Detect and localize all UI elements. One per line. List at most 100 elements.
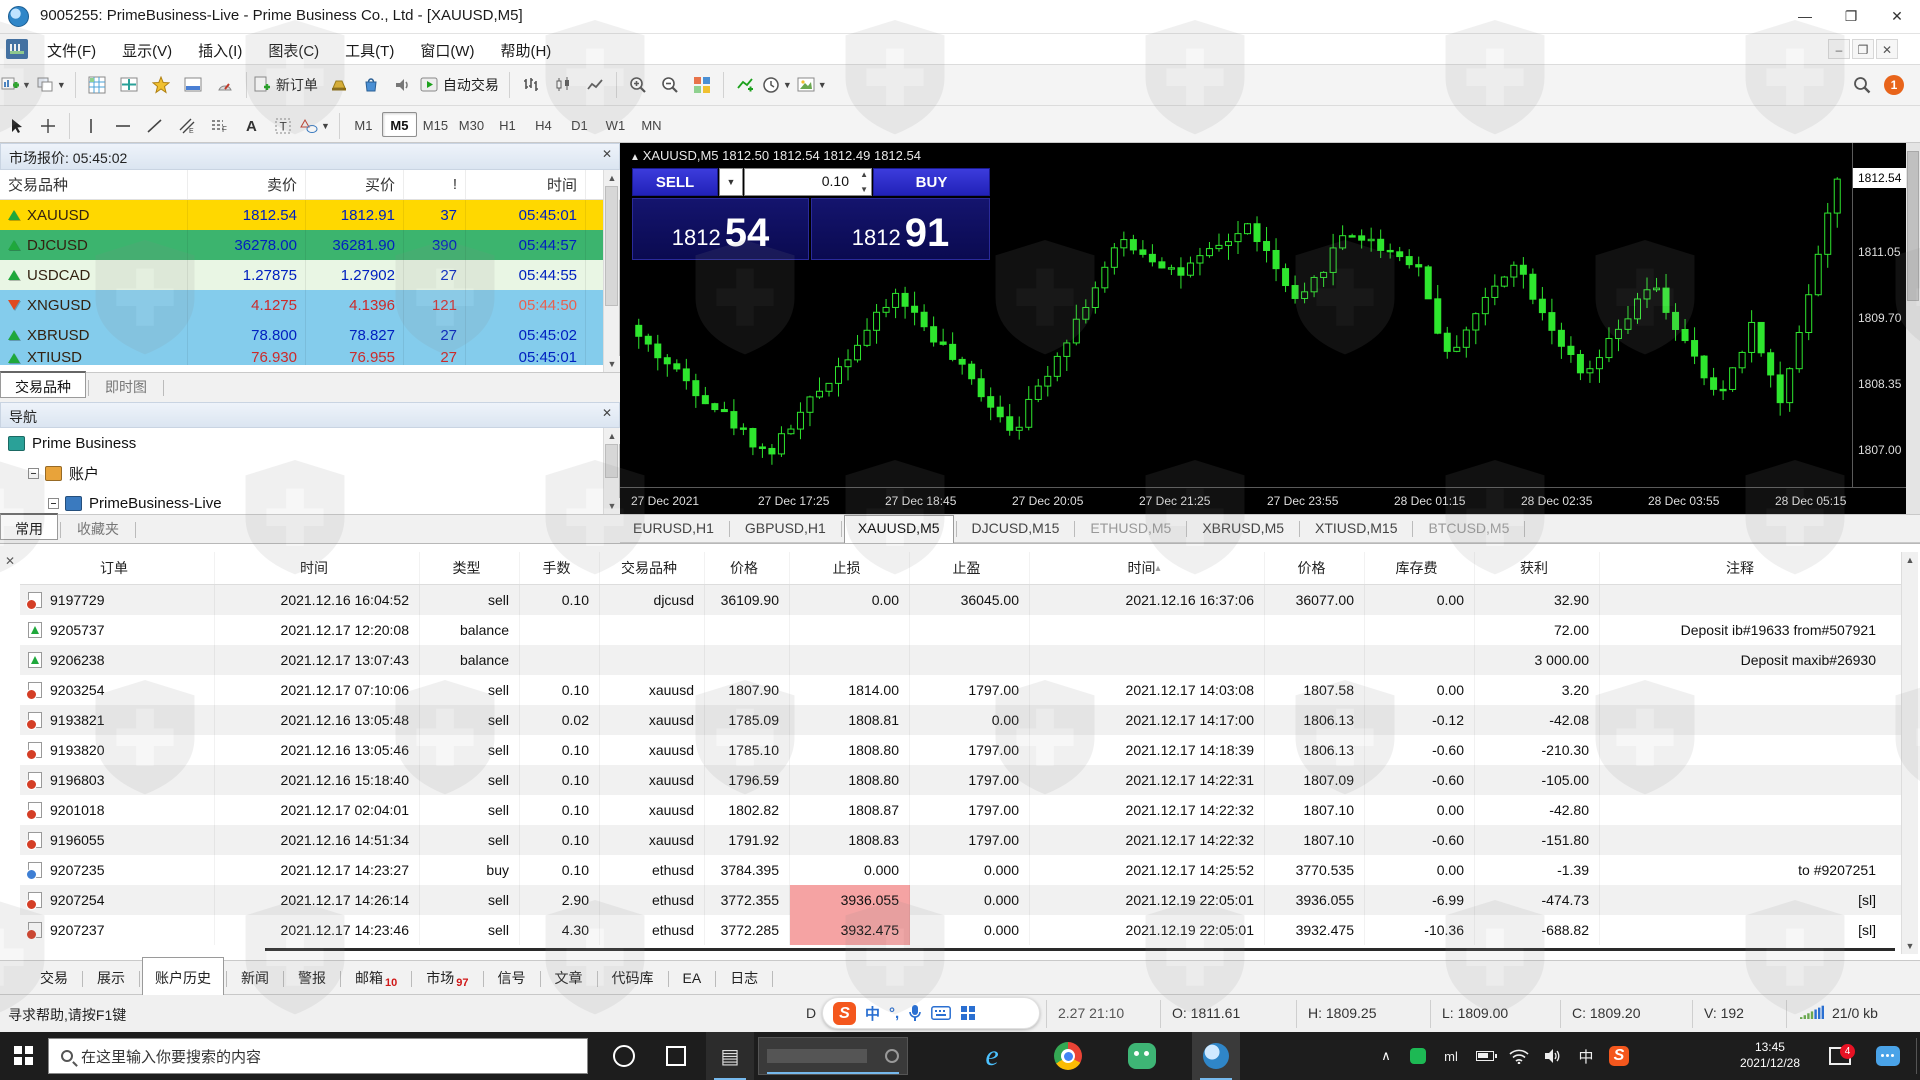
scroll-thumb[interactable] [1907, 151, 1919, 301]
market-watch-tab-2[interactable]: 即时图 [91, 373, 161, 400]
menu-item-5[interactable]: 工具(T) [332, 34, 407, 65]
volume-up-icon[interactable]: ▲ [860, 170, 868, 179]
column-header-3[interactable]: 买价 [306, 170, 404, 199]
horizontal-scroll-thumb[interactable] [265, 948, 1895, 951]
maximize-button[interactable]: ❐ [1828, 0, 1874, 33]
label-tool[interactable]: T [268, 111, 298, 141]
timeframe-m5[interactable]: M5 [381, 112, 417, 137]
shapes-tool[interactable]: ▼ [300, 111, 333, 141]
column-header-4[interactable]: ! [404, 170, 466, 199]
chat-icon[interactable] [1868, 1032, 1908, 1080]
order-row-9205737[interactable]: 9205737 2021.12.17 12:20:08 balance 72.00 De… [20, 615, 1918, 645]
sogou-tray-icon[interactable]: S [1604, 1032, 1634, 1080]
terminal-tab-8[interactable]: 信号 [486, 961, 538, 994]
order-row-9196803[interactable]: 9196803 2021.12.16 15:18:40 sell 0.10 xauusd… [20, 765, 1918, 795]
market-watch-toggle[interactable] [82, 70, 112, 100]
chart-tab-xtiusd-m15[interactable]: XTIUSD,M15 [1302, 515, 1410, 543]
show-desktop-button[interactable] [1916, 1038, 1920, 1074]
dropdown-caret-icon[interactable]: ▼ [783, 80, 792, 90]
navigator-toggle[interactable] [146, 70, 176, 100]
order-row-9207237[interactable]: 9207237 2021.12.17 14:23:46 sell 4.30 ethusd… [20, 915, 1918, 945]
timeframe-d1[interactable]: D1 [562, 113, 597, 138]
dropdown-caret-icon[interactable]: ▼ [321, 121, 330, 131]
scroll-down-icon[interactable]: ▼ [1902, 938, 1918, 954]
close-button[interactable]: ✕ [1874, 0, 1920, 33]
search-button[interactable] [1847, 70, 1877, 100]
cursor-tool[interactable] [1, 111, 31, 141]
orders-column-7[interactable]: 止损 [790, 552, 910, 584]
autotrading-button[interactable]: 自动交易 [420, 70, 503, 100]
terminal-tab-1[interactable]: 交易 [28, 961, 80, 994]
order-row-9197729[interactable]: 9197729 2021.12.16 16:04:52 sell 0.10 djcusd… [20, 585, 1918, 615]
data-window-toggle[interactable] [114, 70, 144, 100]
channel-tool[interactable]: E [172, 111, 202, 141]
horizontal-line-tool[interactable] [108, 111, 138, 141]
menu-item-6[interactable]: 窗口(W) [407, 34, 487, 65]
dropdown-caret-icon[interactable]: ▼ [818, 80, 827, 90]
scroll-up-icon[interactable]: ▲ [604, 170, 620, 186]
mdi-minimize-button[interactable]: – [1828, 39, 1850, 59]
market-watch-row-djcusd[interactable]: DJCUSD 36278.00 36281.90 390 05:44:57 [0, 230, 604, 260]
orders-column-8[interactable]: 止盈 [910, 552, 1030, 584]
order-row-9203254[interactable]: 9203254 2021.12.17 07:10:06 sell 0.10 xauusd… [20, 675, 1918, 705]
terminal-tab-6[interactable]: 邮箱 10 [343, 961, 409, 994]
volume-input[interactable]: 0.10 ▲ ▼ [744, 168, 872, 196]
crosshair-tool[interactable] [33, 111, 63, 141]
market-watch-close-icon[interactable]: ✕ [599, 147, 615, 163]
order-row-9207235[interactable]: 9207235 2021.12.17 14:23:27 buy 0.10 ethusd 3… [20, 855, 1918, 885]
mdi-close-button[interactable]: ✕ [1876, 39, 1898, 59]
internet-explorer-icon[interactable]: e [968, 1032, 1016, 1080]
scroll-down-icon[interactable]: ▼ [604, 498, 620, 514]
timeframe-w1[interactable]: W1 [598, 113, 633, 138]
scroll-thumb[interactable] [605, 444, 618, 478]
order-row-9201018[interactable]: 9201018 2021.12.17 02:04:01 sell 0.10 xauusd… [20, 795, 1918, 825]
collapse-triangle-icon[interactable]: ▲ [630, 152, 643, 163]
ime-indicator[interactable]: 中 [1572, 1032, 1600, 1080]
chart-tab-eurusd-h1[interactable]: EURUSD,H1 [620, 515, 727, 543]
task-view-icon[interactable] [652, 1032, 700, 1080]
menu-item-7[interactable]: 帮助(H) [487, 34, 564, 65]
orders-column-13[interactable]: 注释 [1600, 552, 1918, 584]
terminal-tab-10[interactable]: 代码库 [600, 961, 666, 994]
navigator-item-2[interactable]: 账户 [0, 458, 600, 488]
sell-button[interactable]: SELL [632, 168, 718, 196]
app-icon-docs[interactable]: ▤ [706, 1032, 754, 1080]
terminal-toggle[interactable] [178, 70, 208, 100]
microphone-icon[interactable] [908, 1004, 922, 1022]
new-order-button[interactable]: 新订单 [253, 70, 322, 100]
orders-column-11[interactable]: 库存费 [1365, 552, 1475, 584]
fibonacci-tool[interactable]: F [204, 111, 234, 141]
templates-button[interactable]: ▼ [797, 70, 830, 100]
market-watch-row-usdcad[interactable]: USDCAD 1.27875 1.27902 27 05:44:55 [0, 260, 604, 290]
line-chart-button[interactable] [580, 70, 610, 100]
terminal-tab-5[interactable]: 警报 [286, 961, 338, 994]
dropdown-caret-icon[interactable]: ▼ [57, 80, 66, 90]
navigator-close-icon[interactable]: ✕ [599, 406, 615, 422]
text-tool[interactable]: A [236, 111, 266, 141]
terminal-tab-4[interactable]: 新闻 [229, 961, 281, 994]
tile-windows-button[interactable] [687, 70, 717, 100]
chart-tab-xauusd-m5[interactable]: XAUUSD,M5 [843, 515, 954, 543]
terminal-tab-11[interactable]: EA [671, 963, 714, 996]
mdi-restore-button[interactable]: ❐ [1852, 39, 1874, 59]
new-chart-button[interactable]: ▼ [1, 70, 34, 100]
zoom-out-button[interactable] [655, 70, 685, 100]
tree-expander-icon[interactable] [28, 467, 39, 479]
battery-icon[interactable] [1470, 1032, 1500, 1080]
order-row-9193820[interactable]: 9193820 2021.12.16 13:05:46 sell 0.10 xauusd… [20, 735, 1918, 765]
strategy-tester-toggle[interactable] [210, 70, 240, 100]
menu-item-3[interactable]: 插入(I) [185, 34, 255, 65]
market-watch-row-xngusd[interactable]: XNGUSD 4.1275 4.1396 121 05:44:50 [0, 290, 604, 320]
terminal-tab-9[interactable]: 文章 [543, 961, 595, 994]
terminal-scrollbar[interactable]: ▲ ▼ [1901, 552, 1918, 954]
start-button[interactable] [0, 1032, 48, 1080]
profiles-button[interactable]: ▼ [36, 70, 69, 100]
buy-price-panel[interactable]: 1812 91 [811, 198, 990, 260]
ime-toolbar[interactable]: S 中 °, [822, 997, 1040, 1029]
terminal-tab-12[interactable]: 日志 [718, 961, 770, 994]
market-watch-row-xbrusd[interactable]: XBRUSD 78.800 78.827 27 05:45:02 [0, 320, 604, 350]
menu-item-1[interactable]: 文件(F) [34, 34, 109, 65]
timeframe-h1[interactable]: H1 [490, 113, 525, 138]
metaeditor-button[interactable] [324, 70, 354, 100]
scroll-up-icon[interactable]: ▲ [1902, 552, 1918, 568]
